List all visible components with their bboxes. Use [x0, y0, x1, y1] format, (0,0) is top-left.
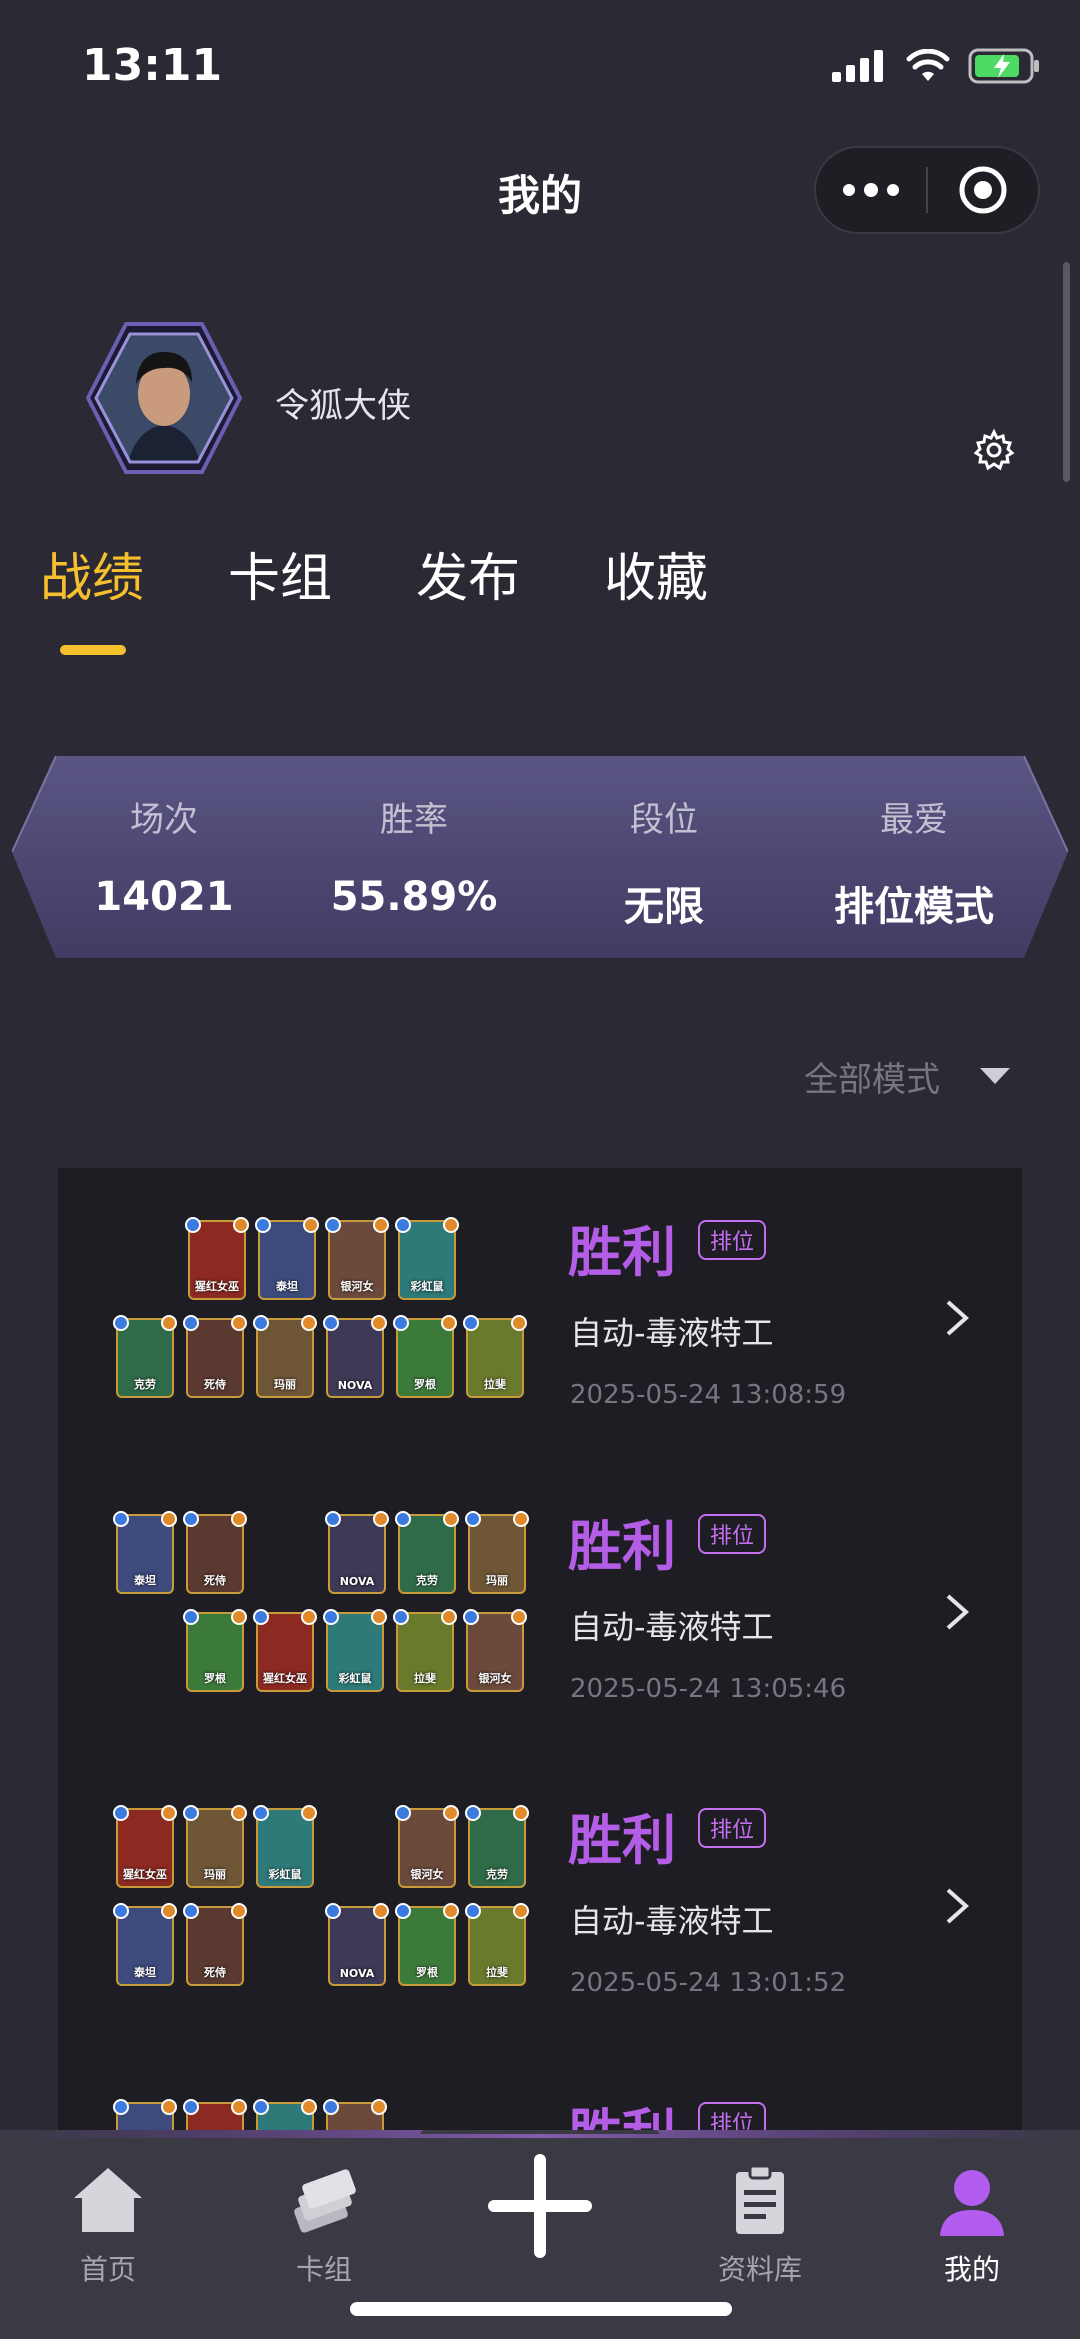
tab-favorites[interactable]: 收藏	[604, 536, 708, 611]
card-thumbnail: 克劳	[113, 1315, 177, 1398]
close-button[interactable]	[928, 148, 1038, 232]
match-result: 胜利	[568, 1809, 676, 1872]
match-record[interactable]: 猩红女巫 玛丽 彩虹鼠 银河女 克劳 泰坦 死侍 NOVA 罗根 拉斐 胜利 排…	[58, 1756, 1022, 2046]
card-thumbnail: 死侍	[183, 1315, 247, 1398]
tab-decks[interactable]: 卡组	[228, 536, 332, 611]
chevron-right-icon	[946, 1594, 970, 1630]
card-thumbnail: 银河女	[463, 1609, 527, 1692]
card-thumbnail: 猩红女巫	[253, 1609, 317, 1692]
home-indicator	[350, 2302, 732, 2316]
card-thumbnail: 泰坦	[255, 1217, 319, 1300]
stat-value: 55.89%	[330, 874, 498, 920]
status-bar: 13:11	[0, 0, 1080, 130]
mode-badge: 排位	[698, 1514, 767, 1554]
card-thumbnail: 泰坦	[113, 1511, 177, 1594]
active-tab-indicator	[60, 645, 126, 655]
stat-label: 胜率	[380, 800, 448, 840]
status-time: 13:11	[82, 40, 223, 91]
card-thumbnail: 彩虹鼠	[395, 1217, 459, 1300]
stat-favorite: 最爱 排位模式	[784, 756, 1044, 958]
stat-value: 无限	[624, 884, 704, 930]
user-icon	[940, 2170, 1004, 2236]
card-thumbnail: 玛丽	[253, 1315, 317, 1398]
card-thumbnail: 玛丽	[465, 1511, 529, 1594]
stat-label: 最爱	[880, 800, 948, 840]
card-thumbnail: 克劳	[395, 1511, 459, 1594]
stat-label: 段位	[630, 800, 698, 840]
avatar[interactable]	[86, 320, 242, 476]
wifi-icon	[906, 49, 950, 81]
deck-name: 自动-毒液特工	[570, 1608, 774, 1646]
gear-icon[interactable]	[972, 428, 1016, 472]
mode-badge: 排位	[698, 1220, 767, 1260]
match-record[interactable]: 猩红女巫 泰坦 银河女 彩虹鼠 克劳 死侍 玛丽 NOVA 罗根 拉斐 胜利 排…	[58, 1168, 1022, 1458]
card-thumbnail: 拉斐	[463, 1315, 527, 1398]
chevron-right-icon	[946, 1888, 970, 1924]
card-thumbnail: 罗根	[395, 1903, 459, 1986]
mode-badge: 排位	[698, 1808, 767, 1848]
stat-label: 场次	[130, 800, 198, 840]
target-icon	[959, 166, 1007, 214]
stats-band: 场次 14021 胜率 55.89% 段位 无限 最爱 排位模式	[12, 756, 1068, 958]
more-button[interactable]	[816, 148, 926, 232]
tab-record[interactable]: 战绩	[40, 536, 144, 611]
match-time: 2025-05-24 13:05:46	[570, 1674, 847, 1704]
card-thumbnail: NOVA	[325, 1511, 389, 1594]
deck-name: 自动-毒液特工	[570, 1902, 774, 1940]
mode-filter-label: 全部模式	[804, 1060, 940, 1100]
chevron-down-icon	[980, 1067, 1010, 1084]
deck-name: 自动-毒液特工	[570, 1314, 774, 1352]
tab-bar: 战绩 卡组 发布 收藏	[40, 536, 792, 611]
card-thumbnail: 猩红女巫	[185, 1217, 249, 1300]
match-time: 2025-05-24 13:01:52	[570, 1968, 847, 1998]
card-thumbnail: 拉斐	[393, 1609, 457, 1692]
signal-icon	[832, 50, 883, 82]
card-thumbnail: 克劳	[465, 1805, 529, 1888]
match-time: 2025-05-24 13:08:59	[570, 1380, 847, 1410]
nav-label: 首页	[79, 2253, 136, 2286]
card-thumbnail: 彩虹鼠	[253, 1805, 317, 1888]
nav-label: 资料库	[717, 2253, 802, 2286]
home-icon	[74, 2168, 142, 2232]
scroll-indicator[interactable]	[1063, 262, 1070, 482]
username: 令狐大侠	[275, 386, 411, 426]
nav-decks[interactable]: 卡组	[244, 2160, 404, 2288]
tab-publish[interactable]: 发布	[416, 536, 520, 611]
card-thumbnail: 猩红女巫	[113, 1805, 177, 1888]
card-thumbnail: 死侍	[183, 1903, 247, 1986]
card-thumbnail: NOVA	[323, 1315, 387, 1398]
card-thumbnail: 彩虹鼠	[323, 1609, 387, 1692]
stat-rank: 段位 无限	[534, 756, 794, 958]
card-thumbnail: 罗根	[183, 1609, 247, 1692]
card-thumbnail: 死侍	[183, 1511, 247, 1594]
nav-library[interactable]: 资料库	[680, 2160, 840, 2288]
match-record[interactable]: 泰坦 死侍 NOVA 克劳 玛丽 罗根 猩红女巫 彩虹鼠 拉斐 银河女 胜利 排…	[58, 1462, 1022, 1752]
stat-winrate: 胜率 55.89%	[284, 756, 544, 958]
nav-label: 我的	[943, 2253, 1000, 2286]
mini-program-capsule	[814, 146, 1040, 234]
battery-icon	[968, 48, 1039, 84]
card-thumbnail: 银河女	[395, 1805, 459, 1888]
nav-label: 卡组	[295, 2253, 352, 2286]
chevron-right-icon	[946, 1300, 970, 1336]
nav-profile[interactable]: 我的	[892, 2160, 1052, 2288]
status-icons	[832, 46, 1040, 86]
stat-value: 排位模式	[834, 884, 994, 930]
card-thumbnail: 泰坦	[113, 1903, 177, 1986]
stat-matches: 场次 14021	[34, 756, 294, 958]
nav-home[interactable]: 首页	[28, 2160, 188, 2288]
plus-icon[interactable]	[484, 2150, 596, 2262]
cards-icon	[294, 2169, 356, 2233]
match-result: 胜利	[568, 1515, 676, 1578]
clipboard-icon	[736, 2164, 784, 2234]
card-thumbnail: NOVA	[325, 1903, 389, 1986]
card-thumbnail: 罗根	[393, 1315, 457, 1398]
card-thumbnail: 银河女	[325, 1217, 389, 1300]
card-thumbnail: 玛丽	[183, 1805, 247, 1888]
match-result: 胜利	[568, 1221, 676, 1284]
ellipsis-icon	[843, 183, 899, 197]
mode-filter-dropdown[interactable]: 全部模式	[804, 1052, 1010, 1101]
card-thumbnail: 拉斐	[465, 1903, 529, 1986]
stat-value: 14021	[94, 874, 234, 920]
